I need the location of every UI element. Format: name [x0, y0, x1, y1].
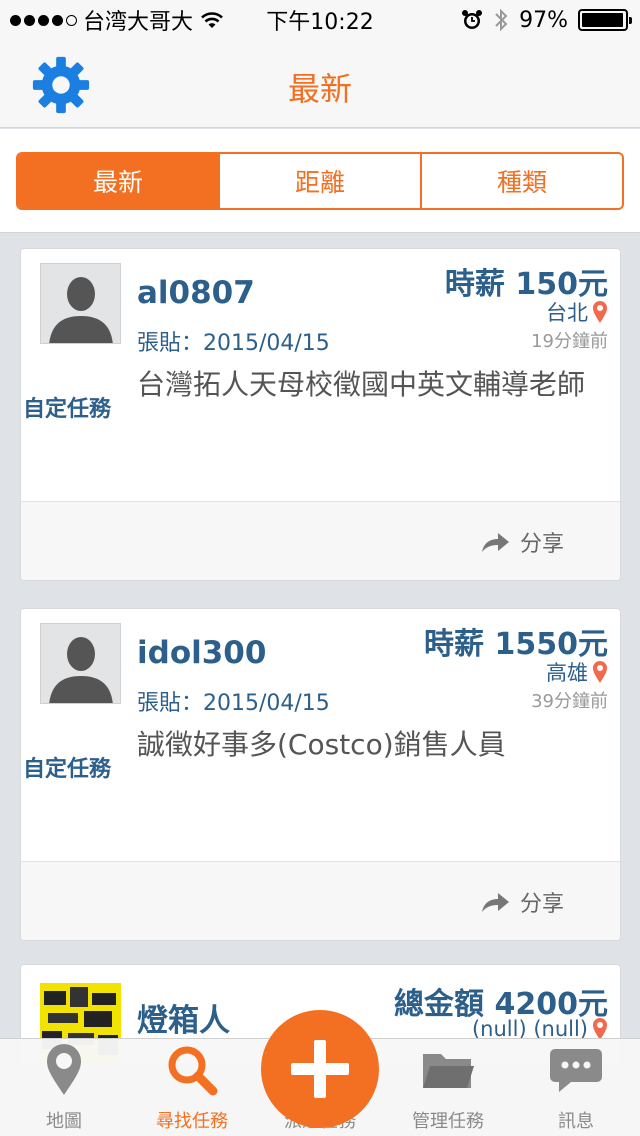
segment-distance[interactable]: 距離 [220, 154, 422, 208]
task-card-footer: 分享 [21, 501, 620, 580]
tab-search-label: 尋找任務 [156, 1111, 228, 1132]
share-arrow-icon [481, 893, 509, 912]
share-button[interactable]: 分享 [480, 886, 564, 918]
post-time-ago: 19分鐘前 [531, 331, 608, 352]
filter-area: 最新 距離 種類 [0, 129, 640, 233]
battery-percent: 97% [519, 7, 568, 33]
map-pin-icon [593, 661, 607, 683]
tab-search[interactable]: 尋找任務 [132, 1039, 252, 1136]
map-pin-icon [593, 301, 607, 323]
person-silhouette-icon [49, 637, 113, 703]
tab-messages-label: 訊息 [558, 1111, 594, 1132]
person-silhouette-icon [49, 277, 113, 343]
bluetooth-icon [495, 8, 508, 32]
post-location: 台北 [546, 297, 608, 327]
map-pin-icon [47, 1044, 81, 1095]
page-title: 最新 [287, 70, 352, 108]
segment-latest[interactable]: 最新 [18, 154, 220, 208]
status-bar: 台湾大哥大 下午10:22 97% [0, 0, 640, 40]
status-right: 97% [461, 7, 632, 33]
tab-map[interactable]: 地圖 [4, 1039, 124, 1136]
post-category: 自定任務 [23, 397, 112, 422]
share-label: 分享 [519, 532, 564, 557]
folder-icon [423, 1054, 474, 1088]
post-category: 自定任務 [23, 757, 112, 782]
nav-bar: 最新 [0, 40, 640, 128]
tab-map-label: 地圖 [46, 1111, 82, 1132]
share-label: 分享 [519, 892, 564, 917]
avatar [40, 263, 121, 344]
post-title: 誠徵好事多(Costco)銷售人員 [137, 728, 506, 761]
search-icon [168, 1046, 218, 1096]
tab-manage-label: 管理任務 [412, 1111, 484, 1132]
battery-icon [578, 9, 632, 31]
post-date: 張貼：2015/04/15 [137, 691, 330, 716]
share-button[interactable]: 分享 [480, 526, 564, 558]
tab-messages[interactable]: 訊息 [516, 1039, 636, 1136]
post-title: 台灣拓人天母校徵國中英文輔導老師 [137, 368, 586, 401]
task-card-footer: 分享 [21, 861, 620, 940]
post-location-label: 台北 [546, 301, 588, 325]
post-date: 張貼：2015/04/15 [137, 331, 330, 356]
post-username: 燈箱人 [137, 1003, 230, 1039]
post-location-label: 高雄 [546, 661, 588, 685]
post-username: al0807 [137, 275, 255, 311]
filter-segmented-control: 最新 距離 種類 [16, 152, 624, 210]
chat-bubble-icon [550, 1049, 602, 1092]
segment-category[interactable]: 種類 [422, 154, 622, 208]
post-username: idol300 [137, 635, 267, 671]
avatar [40, 623, 121, 704]
post-time-ago: 39分鐘前 [531, 691, 608, 712]
task-card-body: idol300 張貼：2015/04/15 時薪 1550元 高雄 39分鐘前 … [21, 609, 620, 861]
task-card-body: al0807 張貼：2015/04/15 時薪 150元 台北 19分鐘前 自定… [21, 249, 620, 501]
alarm-clock-icon [462, 10, 483, 29]
tab-manage[interactable]: 管理任務 [388, 1039, 508, 1136]
post-location: 高雄 [546, 657, 608, 687]
plus-icon [291, 1040, 349, 1098]
task-card[interactable]: al0807 張貼：2015/04/15 時薪 150元 台北 19分鐘前 自定… [20, 248, 621, 581]
share-arrow-icon [481, 533, 509, 552]
add-task-button[interactable] [261, 1010, 379, 1128]
task-card[interactable]: idol300 張貼：2015/04/15 時薪 1550元 高雄 39分鐘前 … [20, 608, 621, 941]
